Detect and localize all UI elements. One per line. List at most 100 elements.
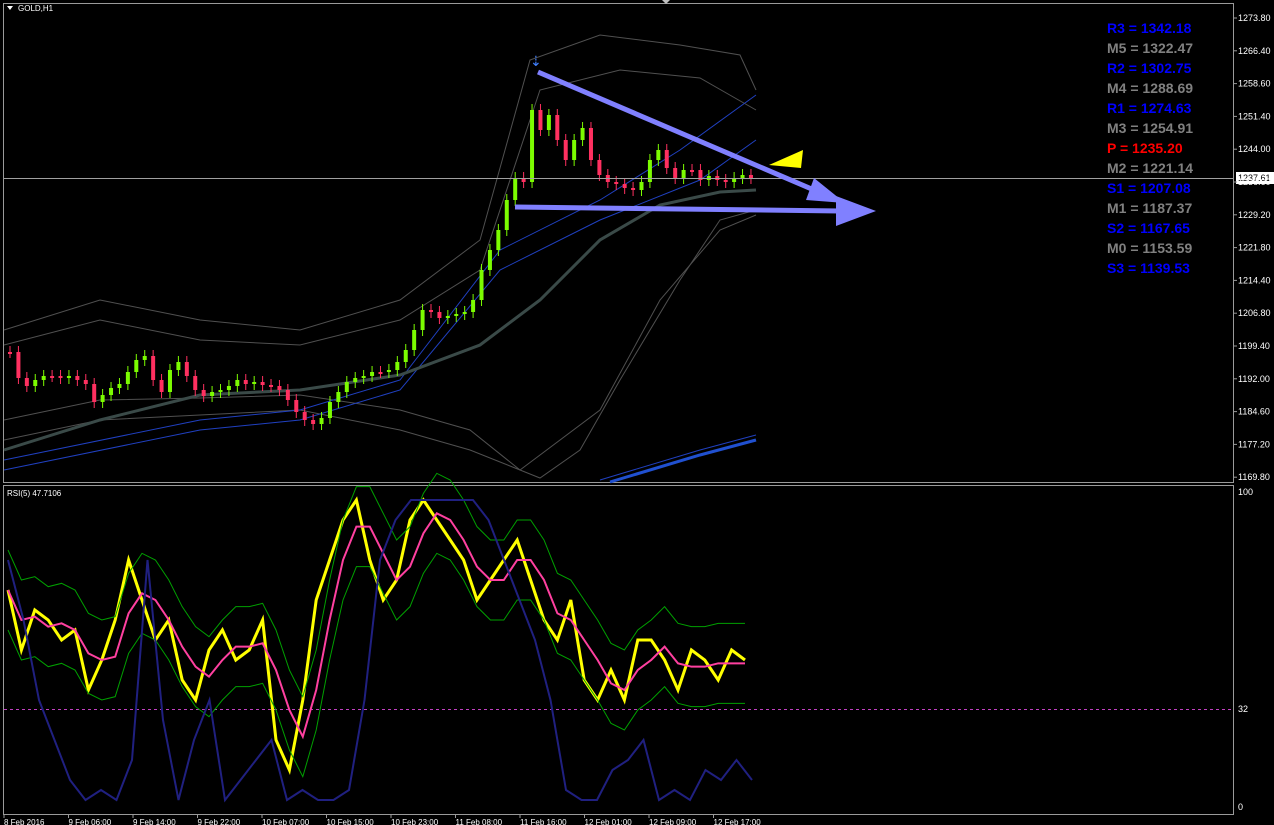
candle-body	[235, 380, 240, 386]
time-tick-label: 12 Feb 09:00	[649, 818, 697, 825]
pivot-level-label: P = 1235.20	[1107, 140, 1183, 156]
time-tick-label: 10 Feb 15:00	[327, 818, 375, 825]
lower-trend-arrow[interactable]	[514, 204, 841, 214]
time-tick-label: 10 Feb 23:00	[391, 818, 439, 825]
pivot-level-label: S3 = 1139.53	[1107, 260, 1190, 276]
time-tick-label: 12 Feb 17:00	[714, 818, 762, 825]
bollinger-bands	[3, 34, 757, 481]
price-tick-label: 1251.40	[1238, 111, 1271, 121]
candle-body	[597, 160, 602, 175]
trend-arrows[interactable]	[514, 69, 876, 226]
candle-body	[487, 250, 492, 270]
candle-body	[681, 170, 686, 178]
indicator-band-line	[599, 434, 757, 481]
candle-body	[429, 310, 433, 312]
candle-body	[420, 310, 425, 330]
rsi-moving-average-line	[7, 512, 745, 740]
candle-body	[454, 314, 459, 316]
price-tick-label: 1214.40	[1238, 275, 1271, 285]
candle-body	[563, 140, 568, 160]
price-tick-label: 1192.00	[1238, 374, 1270, 384]
price-marker-triangle-icon[interactable]	[769, 150, 803, 168]
candle-body	[386, 370, 391, 372]
rsi-level-32: 32	[1238, 704, 1248, 714]
candle-body	[639, 182, 644, 190]
chart-menu-arrow-icon[interactable]	[7, 6, 13, 10]
candle-body	[24, 378, 29, 386]
candle-body	[748, 175, 753, 178]
candle-body	[277, 386, 282, 390]
time-tick-label: 9 Feb 14:00	[133, 818, 176, 825]
candle-body	[471, 300, 476, 312]
price-axis: 1273.80 1266.40 1258.60 1251.40 1244.00 1236.…	[1233, 13, 1271, 482]
candle-body	[327, 402, 332, 418]
price-tick-label: 1221.80	[1238, 243, 1271, 253]
candle-body	[538, 110, 543, 130]
candle-body	[690, 170, 695, 172]
candle-body	[269, 385, 274, 387]
indicator-band-line	[3, 209, 757, 479]
time-axis: 8 Feb 2016 9 Feb 06:00 9 Feb 14:00 9 Feb 22…	[3, 814, 762, 825]
pivot-level-label: M2 = 1221.14	[1107, 160, 1193, 176]
pivot-level-label: R3 = 1342.18	[1107, 20, 1192, 36]
candle-body	[673, 168, 678, 178]
candle-body	[285, 390, 290, 400]
candle-body	[134, 360, 139, 372]
candle-body	[218, 390, 223, 392]
pivot-level-label: M5 = 1322.47	[1107, 40, 1193, 56]
candle-body	[33, 380, 38, 386]
candle-body	[142, 356, 147, 360]
candle-body	[8, 352, 12, 354]
price-tick-label: 1266.40	[1238, 46, 1271, 56]
candle-body	[159, 380, 164, 392]
pivot-level-label: M3 = 1254.91	[1107, 120, 1193, 136]
rsi-level-0: 0	[1238, 802, 1243, 812]
candle-body	[513, 178, 518, 200]
candle-body	[462, 312, 467, 314]
candle-body	[75, 376, 80, 380]
candle-body	[664, 150, 669, 168]
price-tick-label: 1229.20	[1238, 210, 1271, 220]
candle-body	[66, 376, 71, 378]
candle-body	[546, 115, 551, 130]
candle-body	[176, 362, 181, 370]
long-moving-average-line	[609, 438, 757, 484]
candle-body	[125, 372, 130, 384]
candle-body	[92, 384, 97, 402]
candle-body	[656, 150, 661, 160]
candle-body	[740, 175, 745, 178]
candle-body	[311, 420, 316, 424]
lower-arrowhead-icon	[836, 196, 876, 226]
time-tick-label: 12 Feb 01:00	[585, 818, 633, 825]
price-tick-label: 1273.80	[1238, 13, 1271, 23]
indicator-band-line	[3, 94, 757, 461]
moving-averages	[3, 188, 757, 484]
price-tick-label: 1177.20	[1238, 439, 1270, 449]
pivot-level-label: S2 = 1167.65	[1107, 220, 1190, 236]
candle-body	[193, 376, 198, 390]
rsi-indicator	[6, 472, 753, 803]
candle-body	[100, 395, 105, 402]
candle-body	[151, 356, 156, 380]
candle-body	[226, 386, 231, 390]
candle-body	[344, 382, 349, 392]
price-tick-label: 1258.60	[1238, 79, 1271, 89]
candle-body	[622, 184, 627, 188]
candle-body	[83, 380, 88, 384]
candle-body	[378, 372, 383, 374]
pivot-level-label: R1 = 1274.63	[1107, 100, 1192, 116]
candlestick-series	[8, 104, 753, 430]
candle-body	[631, 188, 636, 190]
candle-body	[336, 392, 341, 402]
pivot-level-label: M1 = 1187.37	[1107, 200, 1192, 216]
candle-body	[614, 182, 619, 184]
pivot-levels-panel: R3 = 1342.18 M5 = 1322.47 R2 = 1302.75 M4 =…	[1107, 20, 1193, 276]
candle-body	[723, 180, 728, 182]
chart-canvas[interactable]: GOLD,H1 1237.61 1273.801266.401258.60125…	[0, 0, 1274, 825]
candle-body	[504, 200, 509, 230]
candle-body	[294, 400, 299, 412]
candle-body	[580, 128, 585, 140]
candle-body	[437, 312, 442, 318]
price-tick-label: 1169.80	[1238, 472, 1270, 482]
candle-body	[588, 128, 593, 160]
